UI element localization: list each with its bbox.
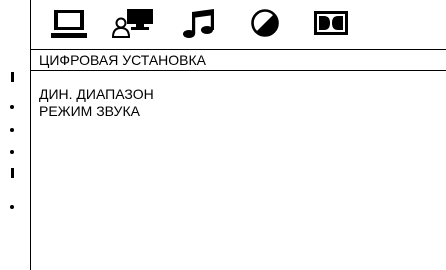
tv-monitor-icon[interactable] (51, 8, 87, 38)
edge-bullet-marker (10, 205, 14, 209)
dolby-icon[interactable] (313, 8, 349, 38)
section-title: ЦИФРОВАЯ УСТАНОВКА (39, 52, 206, 68)
menu-item-dynamic-range[interactable]: ДИН. ДИАПАЗОН (39, 86, 154, 103)
edge-bar-marker (11, 168, 14, 178)
music-note-icon[interactable] (181, 8, 217, 38)
user-display-icon[interactable] (111, 8, 159, 38)
settings-menu: ДИН. ДИАПАЗОН РЕЖИМ ЗВУКА (39, 86, 154, 120)
osd-setup-panel: ЦИФРОВАЯ УСТАНОВКА ДИН. ДИАПАЗОН РЕЖИМ З… (30, 0, 446, 270)
edge-bullet-marker (10, 128, 14, 132)
color-disc-icon[interactable] (249, 8, 281, 38)
setup-tab-bar (31, 0, 446, 50)
edge-bullet-marker (10, 105, 14, 109)
adjacent-page-edge (0, 0, 18, 270)
menu-item-sound-mode[interactable]: РЕЖИМ ЗВУКА (39, 103, 154, 120)
section-title-bar: ЦИФРОВАЯ УСТАНОВКА (31, 49, 446, 71)
edge-bar-marker (11, 72, 14, 82)
edge-bullet-marker (10, 150, 14, 154)
